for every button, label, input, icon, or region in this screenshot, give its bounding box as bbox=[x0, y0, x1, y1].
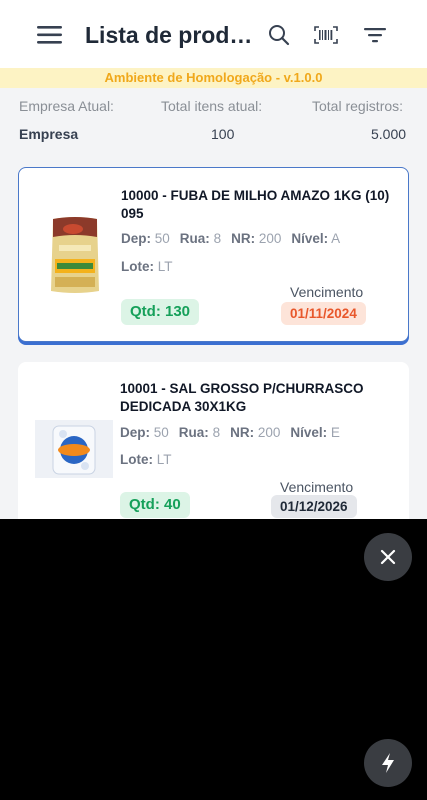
page-title: Lista de prod… bbox=[85, 22, 253, 48]
product-name: 10001 - SAL GROSSO P/CHURRASCO DEDICADA … bbox=[120, 381, 364, 414]
product-image bbox=[35, 420, 113, 483]
product-location: Dep: 50 Rua: 8 NR: 200 Nível: E bbox=[120, 425, 350, 440]
environment-banner: Ambiente de Homologação - v.1.0.0 bbox=[0, 68, 427, 88]
records-value: 5.000 bbox=[371, 126, 407, 142]
filter-icon[interactable] bbox=[362, 22, 388, 48]
expiry-date-badge: 01/12/2026 bbox=[271, 495, 357, 518]
expiry-label: Vencimento bbox=[280, 479, 354, 495]
nivel-label: Nível: bbox=[290, 425, 328, 440]
product-location: Dep: 50 Rua: 8 NR: 200 Nível: A bbox=[121, 231, 350, 246]
menu-icon[interactable] bbox=[37, 25, 63, 45]
lote-label: Lote: bbox=[121, 259, 154, 274]
search-icon[interactable] bbox=[266, 22, 292, 48]
rua-value: 8 bbox=[213, 231, 222, 246]
lote-label: Lote: bbox=[120, 452, 153, 467]
app-bar: Lista de prod… bbox=[0, 0, 427, 68]
barcode-icon[interactable] bbox=[313, 22, 339, 48]
product-card[interactable]: 10001 - SAL GROSSO P/CHURRASCO DEDICADA … bbox=[18, 362, 409, 532]
lote-value: LT bbox=[156, 452, 172, 467]
expiry-label: Vencimento bbox=[290, 284, 364, 300]
product-lot: Lote: LT bbox=[120, 452, 182, 467]
quantity-badge: Qtd: 40 bbox=[120, 492, 190, 518]
nr-label: NR: bbox=[230, 425, 255, 440]
items-label: Total itens atual: bbox=[161, 98, 263, 114]
items-value: 100 bbox=[211, 126, 235, 142]
company-label: Empresa Atual: bbox=[19, 98, 114, 114]
product-lot: Lote: LT bbox=[121, 259, 183, 274]
dep-value: 50 bbox=[153, 425, 169, 440]
scanner-overlay bbox=[0, 519, 427, 800]
product-image bbox=[49, 215, 101, 300]
expiry-date-badge: 01/11/2024 bbox=[281, 302, 366, 325]
summary-panel: Empresa Atual: Total itens atual: Total … bbox=[0, 88, 427, 152]
nr-value: 200 bbox=[258, 231, 282, 246]
nr-label: NR: bbox=[231, 231, 256, 246]
rua-value: 8 bbox=[212, 425, 221, 440]
company-value: Empresa bbox=[19, 126, 79, 142]
rua-label: Rua: bbox=[178, 425, 209, 440]
rua-label: Rua: bbox=[179, 231, 210, 246]
nivel-label: Nível: bbox=[291, 231, 329, 246]
product-name: 10000 - FUBA DE MILHO AMAZO 1KG (10) 095 bbox=[121, 188, 390, 221]
flash-icon[interactable] bbox=[364, 739, 412, 787]
lote-value: LT bbox=[157, 259, 173, 274]
quantity-badge: Qtd: 130 bbox=[121, 299, 200, 325]
close-icon[interactable] bbox=[364, 533, 412, 581]
nr-value: 200 bbox=[257, 425, 281, 440]
dep-value: 50 bbox=[154, 231, 170, 246]
dep-label: Dep: bbox=[120, 425, 150, 440]
product-card[interactable]: 10000 - FUBA DE MILHO AMAZO 1KG (10) 095… bbox=[18, 167, 409, 342]
nivel-value: A bbox=[331, 231, 341, 246]
dep-label: Dep: bbox=[121, 231, 151, 246]
nivel-value: E bbox=[330, 425, 340, 440]
records-label: Total registros: bbox=[312, 98, 404, 114]
